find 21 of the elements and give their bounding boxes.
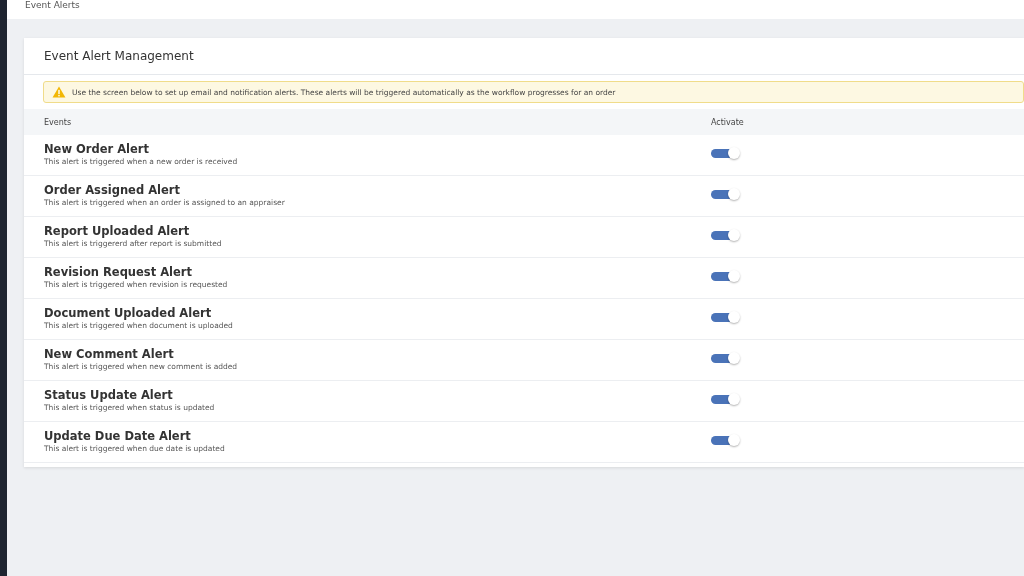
column-header: Events — [43, 117, 73, 127]
toggle-switch[interactable] — [711, 354, 739, 363]
alert-name: Document Uploaded Alert — [44, 306, 213, 320]
toggle-switch[interactable] — [711, 436, 739, 445]
alert-name: Update Due Date Alert — [44, 429, 192, 443]
card-title: Event Alert Management — [44, 49, 194, 63]
toggle-switch[interactable] — [711, 231, 739, 240]
toggle-switch[interactable] — [711, 149, 739, 158]
alert-name: New Order Alert — [44, 142, 151, 156]
warning-icon — [52, 86, 66, 98]
alert-name: Status Update Alert — [44, 388, 174, 402]
alert-name: Revision Request Alert — [44, 265, 193, 279]
alert-name: Order Assigned Alert — [44, 183, 181, 197]
toggle-switch[interactable] — [711, 190, 739, 199]
alert-name: Report Uploaded Alert — [44, 224, 191, 238]
alert-name: New Comment Alert — [44, 347, 175, 361]
toggle-switch[interactable] — [711, 272, 739, 281]
toggle-switch[interactable] — [711, 313, 739, 322]
page-title: Event Alerts — [25, 0, 81, 11]
column-header: Activate — [711, 117, 745, 127]
toggle-switch[interactable] — [711, 395, 739, 404]
